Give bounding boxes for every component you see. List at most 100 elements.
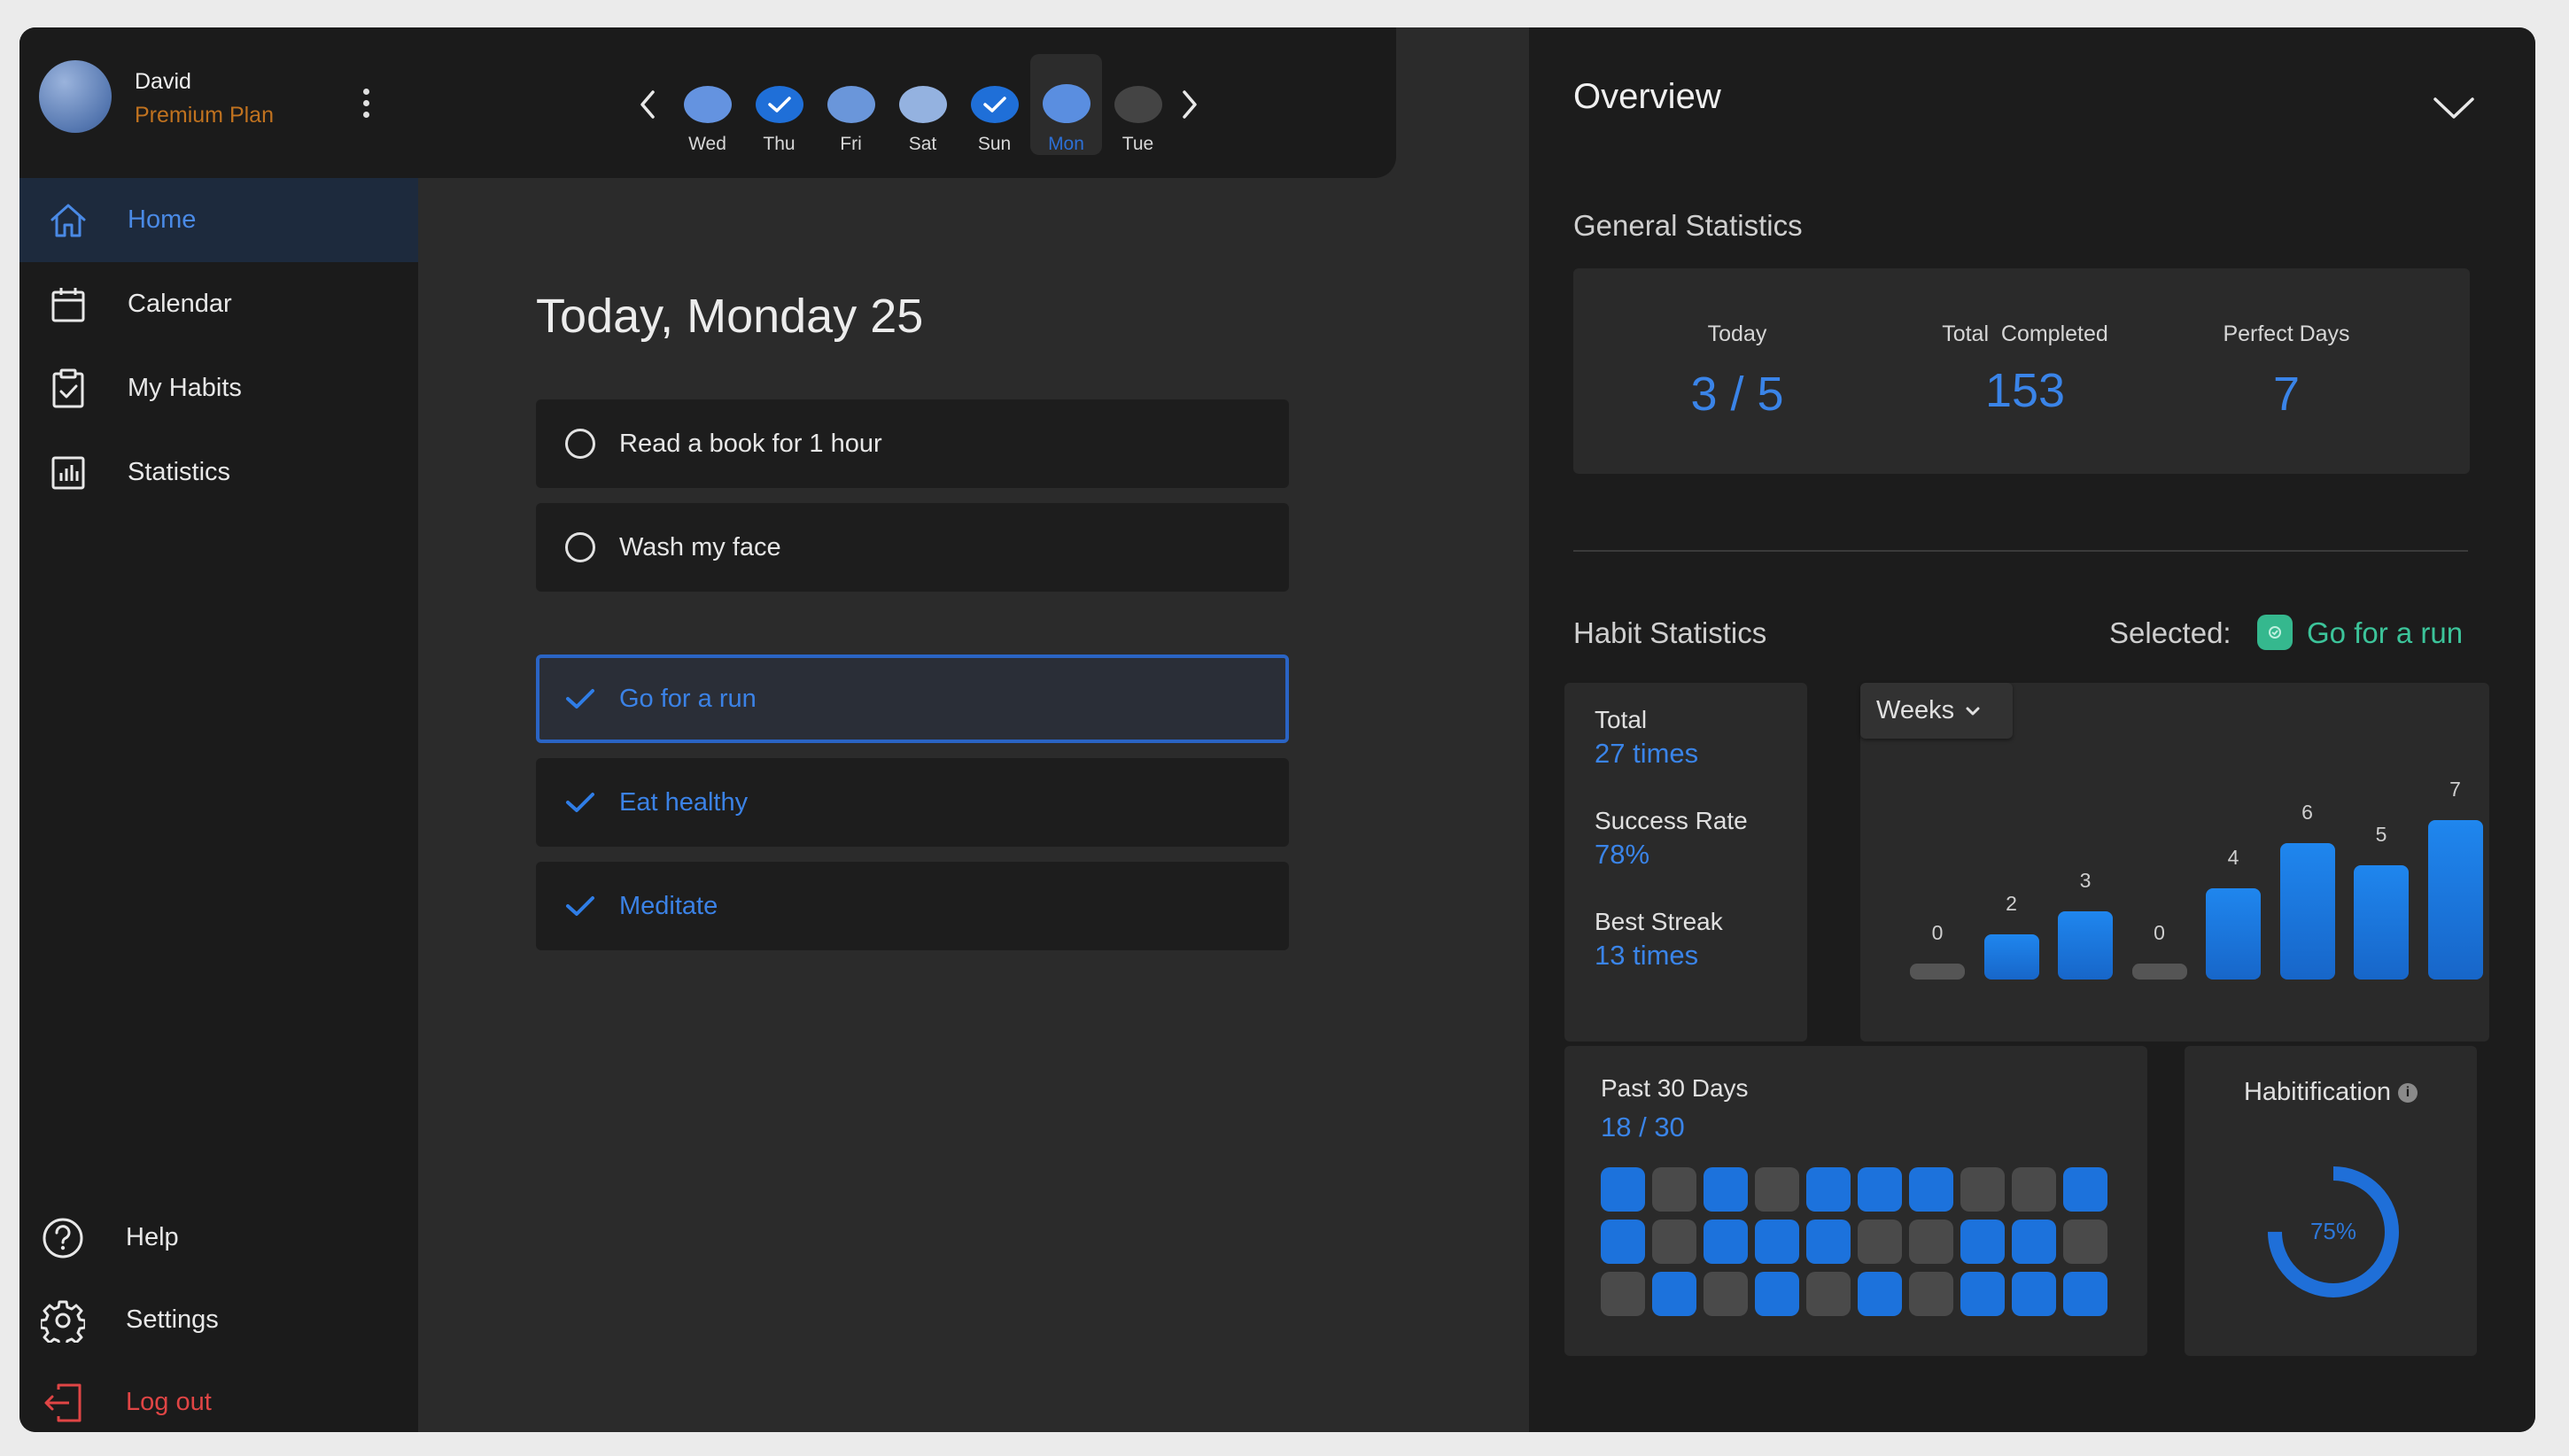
chart-bar-label: 4 <box>2227 846 2239 869</box>
chevron-down-icon <box>2433 97 2474 119</box>
avatar[interactable] <box>39 60 112 133</box>
chart-bar-label: 5 <box>2375 823 2387 846</box>
gear-icon <box>41 1298 85 1343</box>
day-cell <box>1806 1220 1851 1264</box>
day-wed[interactable]: Wed <box>671 54 743 155</box>
unchecked-circle-icon[interactable] <box>563 426 598 461</box>
past-30-value: 18 / 30 <box>1601 1111 1685 1142</box>
day-cell <box>1858 1272 1902 1316</box>
day-label: Sun <box>977 134 1012 154</box>
habit-label: Go for a run <box>619 684 757 713</box>
habit-item-selected[interactable]: Go for a run <box>536 654 1289 743</box>
stat-value: 7 <box>2272 368 2301 421</box>
clipboard-check-icon <box>46 367 90 411</box>
chevron-left-icon <box>640 90 655 119</box>
day-cell <box>2063 1167 2107 1212</box>
day-cell <box>1858 1167 1902 1212</box>
day-cell <box>2012 1220 2056 1264</box>
day-mon[interactable]: Mon <box>1030 54 1102 155</box>
chevron-right-icon <box>1183 90 1197 119</box>
chart-bar <box>2427 820 2483 980</box>
overview-title: Overview <box>1573 77 1721 116</box>
habit-label: Meditate <box>619 891 718 920</box>
info-icon[interactable]: i <box>2398 1083 2418 1104</box>
check-icon[interactable] <box>563 888 598 924</box>
sidebar-item-label: Help <box>126 1223 179 1251</box>
chart-bar-label: 6 <box>2301 801 2313 824</box>
day-thu[interactable]: Thu <box>743 54 815 155</box>
next-week-button[interactable] <box>1168 82 1212 127</box>
day-cell <box>1858 1220 1902 1264</box>
user-plan: Premium Plan <box>135 103 274 128</box>
prev-week-button[interactable] <box>625 82 670 127</box>
total-label: Total <box>1595 706 1648 733</box>
chart-bar <box>1910 964 1965 980</box>
habit-item[interactable]: Eat healthy <box>536 758 1289 847</box>
best-streak-value: 13 times <box>1595 940 1699 971</box>
selected-label: Selected: <box>2109 616 2231 649</box>
day-cell <box>1652 1167 1696 1212</box>
chart-bar-label: 0 <box>1931 921 1944 944</box>
best-streak-label: Best Streak <box>1595 908 1723 935</box>
day-cell <box>1601 1220 1645 1264</box>
sidebar-item-label: My Habits <box>128 374 242 402</box>
day-cell <box>1909 1167 1953 1212</box>
day-cell <box>1909 1220 1953 1264</box>
day-dot <box>1114 86 1162 123</box>
past-30-grid <box>1601 1167 2107 1316</box>
sidebar-item-logout[interactable]: Log out <box>19 1361 418 1432</box>
home-icon <box>46 198 90 243</box>
day-dot <box>898 86 947 123</box>
sidebar-item-my-habits[interactable]: My Habits <box>19 346 418 430</box>
sidebar-item-label: Home <box>128 205 197 234</box>
unchecked-circle-icon[interactable] <box>563 530 598 565</box>
habit-color-icon <box>2257 615 2293 650</box>
day-dot <box>827 86 875 123</box>
day-cell <box>1652 1272 1696 1316</box>
day-cell <box>1960 1167 2005 1212</box>
more-options-icon[interactable] <box>353 81 379 125</box>
sidebar-item-statistics[interactable]: Statistics <box>19 430 418 515</box>
day-tue[interactable]: Tue <box>1102 54 1174 155</box>
selected-habit-name[interactable]: Go for a run <box>2307 616 2463 650</box>
sidebar-item-label: Calendar <box>128 290 232 318</box>
bar-chart-plot: 0 2 3 0 4 6 5 7 <box>1860 683 2489 1042</box>
day-label: Fri <box>840 134 862 154</box>
habit-item[interactable]: Read a book for 1 hour <box>536 399 1289 488</box>
success-rate-value: 78% <box>1595 839 1650 870</box>
collapse-overview-button[interactable] <box>2423 81 2485 134</box>
check-icon[interactable] <box>563 681 598 716</box>
success-rate-label: Success Rate <box>1595 807 1748 834</box>
general-statistics-title: General Statistics <box>1573 209 1803 242</box>
day-sun[interactable]: Sun <box>959 54 1030 155</box>
day-cell <box>1704 1167 1748 1212</box>
chart-bar <box>2354 865 2409 980</box>
sidebar-item-calendar[interactable]: Calendar <box>19 262 418 346</box>
day-fri[interactable]: Fri <box>815 54 887 155</box>
chart-bar <box>2058 911 2113 980</box>
stat-label: Perfect Days <box>2223 321 2350 346</box>
divider <box>1573 550 2468 552</box>
bar-chart-icon <box>46 451 90 495</box>
sidebar-item-label: Settings <box>126 1305 219 1334</box>
past-30-title: Past 30 Days <box>1601 1074 1749 1102</box>
app-window: Home Calendar My Habits Statistics Help … <box>19 27 2535 1432</box>
habitification-title: Habitification <box>2243 1078 2392 1106</box>
chart-bar <box>2279 843 2335 980</box>
habit-item[interactable]: Wash my face <box>536 503 1289 592</box>
day-cell <box>1806 1272 1851 1316</box>
day-label: Mon <box>1048 134 1084 154</box>
check-icon[interactable] <box>563 785 598 820</box>
sidebar-item-help[interactable]: Help <box>19 1197 418 1279</box>
sidebar-item-label: Log out <box>126 1388 212 1416</box>
day-dot <box>683 86 732 123</box>
sidebar-item-settings[interactable]: Settings <box>19 1279 418 1361</box>
habit-statistics-title: Habit Statistics <box>1573 616 1767 649</box>
day-cell <box>1704 1220 1748 1264</box>
day-cell <box>1652 1220 1696 1264</box>
day-sat[interactable]: Sat <box>887 54 959 155</box>
stat-perfect-days: Perfect Days 7 <box>2154 321 2419 422</box>
habit-item[interactable]: Meditate <box>536 862 1289 950</box>
sidebar-item-home[interactable]: Home <box>19 178 418 262</box>
sidebar: Home Calendar My Habits Statistics Help … <box>19 27 418 1432</box>
